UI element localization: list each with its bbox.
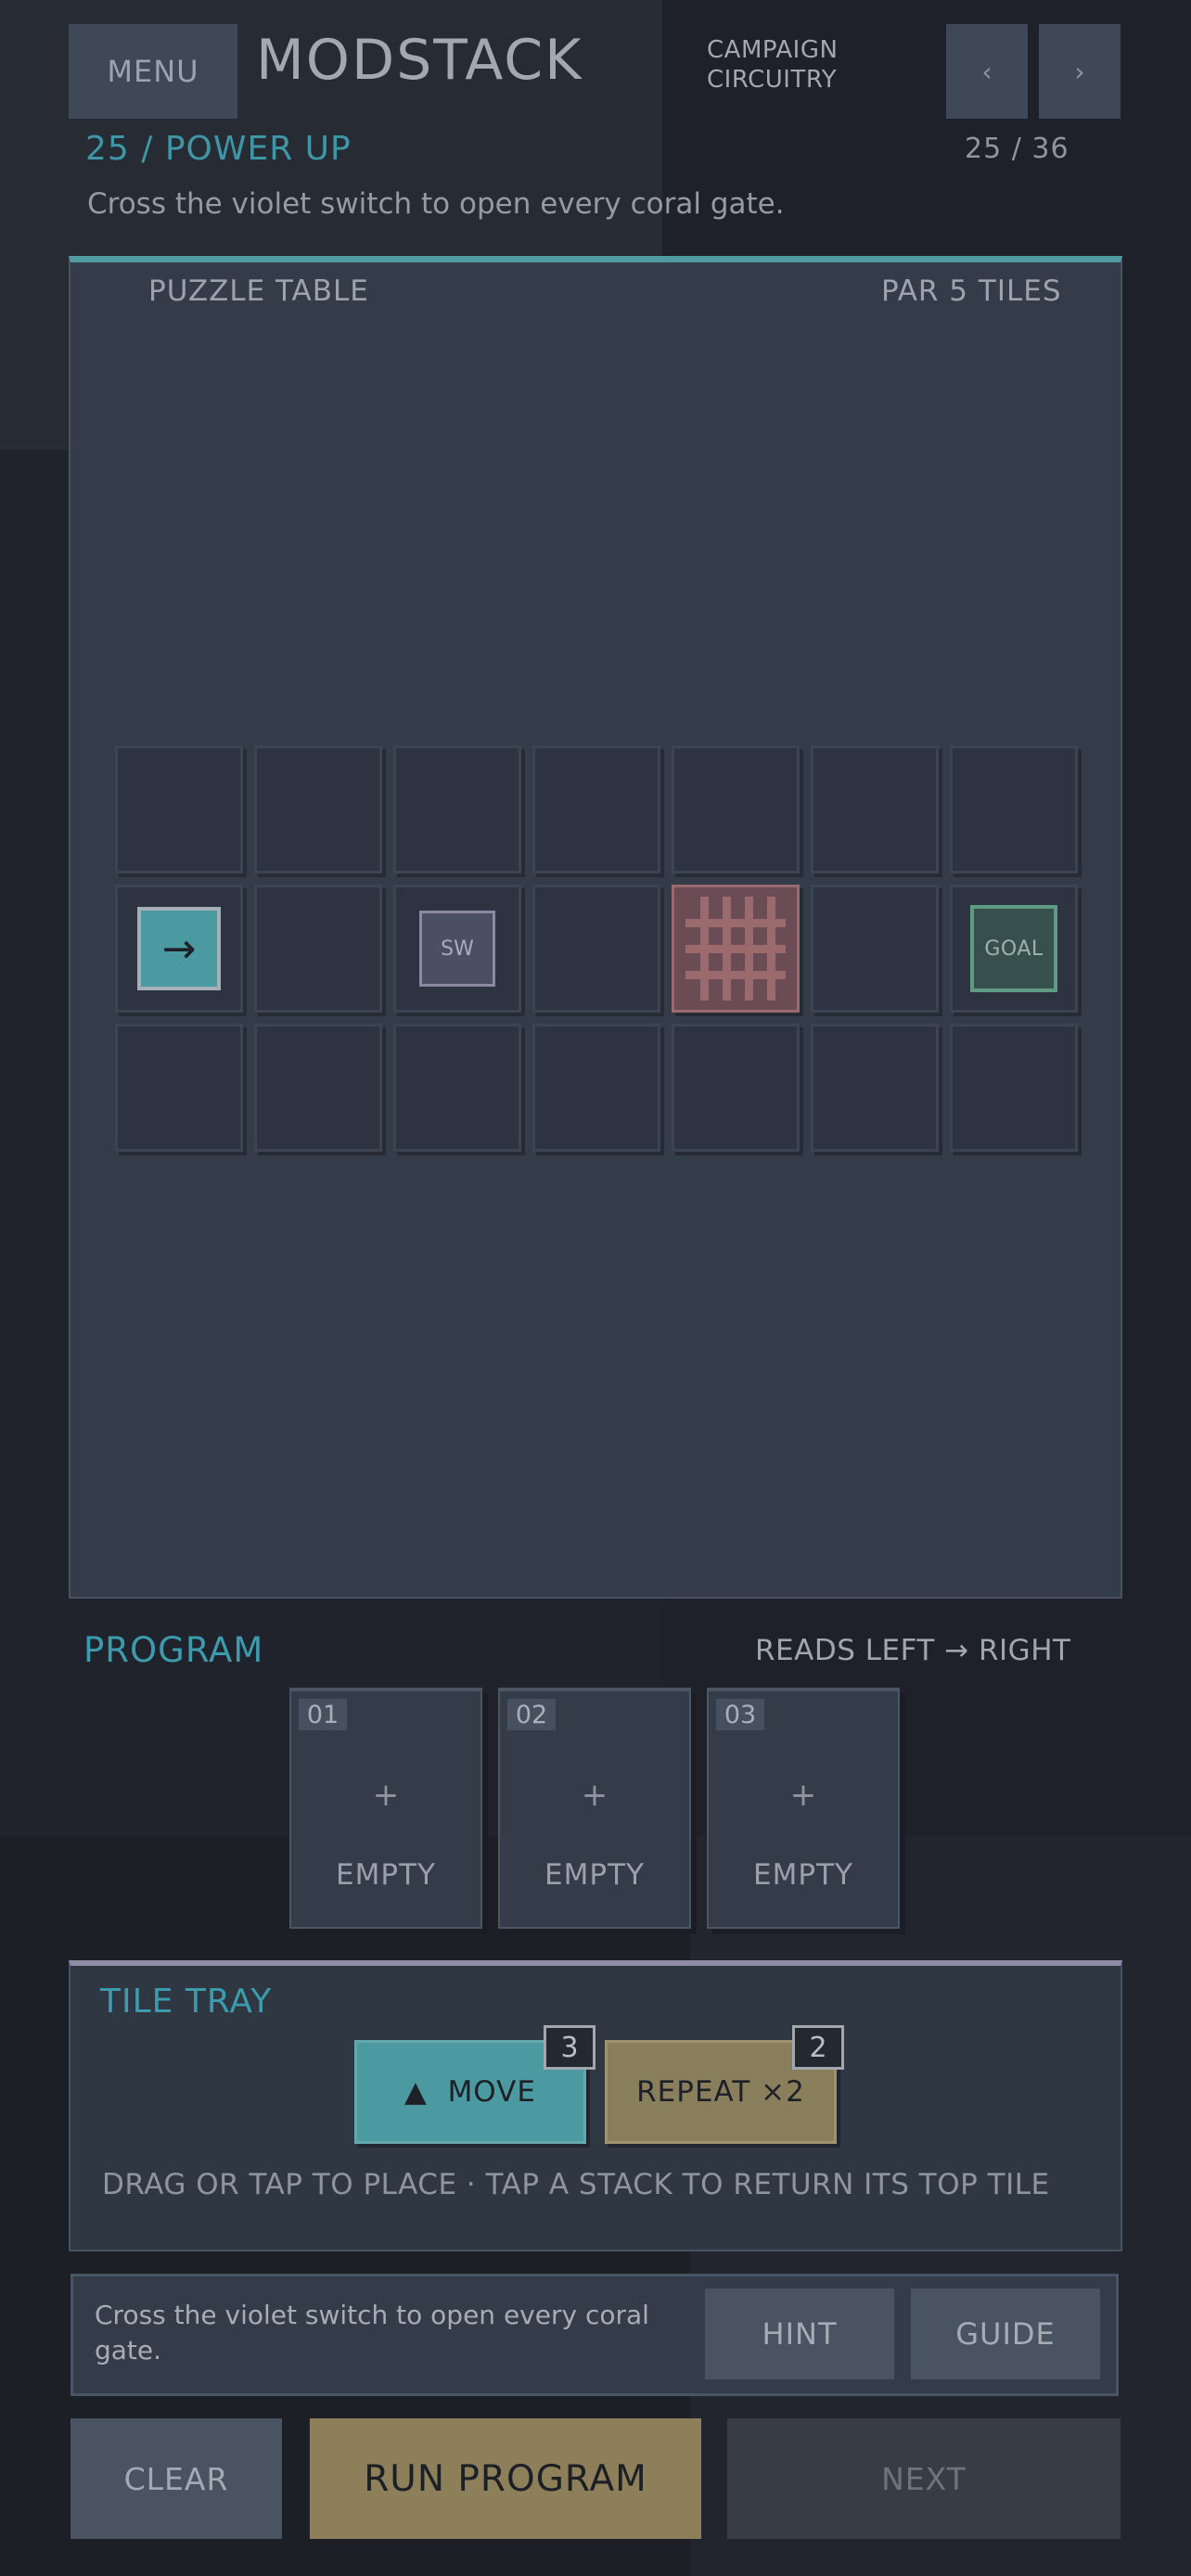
level-counter: 25 / 36 — [965, 133, 1069, 165]
grid-cell[interactable] — [950, 746, 1078, 874]
program-slot[interactable]: 01 + EMPTY — [289, 1688, 482, 1929]
menu-button[interactable]: MENU — [69, 24, 237, 119]
level-title: 25 / POWER UP — [85, 130, 352, 168]
gate-icon — [685, 897, 786, 1001]
program-title: PROGRAM — [83, 1630, 264, 1670]
clear-button[interactable]: CLEAR — [70, 2418, 282, 2539]
start-tile: → — [137, 907, 221, 990]
grid-cell[interactable] — [532, 1024, 660, 1152]
puzzle-table-label: PUZZLE TABLE — [148, 274, 369, 308]
chevron-left-icon: ‹ — [981, 56, 992, 87]
grid-cell[interactable] — [393, 1024, 521, 1152]
move-count-badge: 3 — [544, 2025, 596, 2070]
repeat-count-badge: 2 — [792, 2025, 844, 2070]
chevron-right-icon: › — [1074, 56, 1085, 87]
grid-cell[interactable] — [254, 746, 382, 874]
plus-icon: + — [372, 1777, 400, 1814]
grid-cell[interactable] — [532, 885, 660, 1013]
slot-number: 02 — [507, 1699, 556, 1730]
grid-cell[interactable] — [811, 885, 939, 1013]
campaign-line-2: CIRCUITRY — [707, 66, 838, 94]
grid-cell[interactable] — [811, 1024, 939, 1152]
program-slot[interactable]: 03 + EMPTY — [707, 1688, 900, 1929]
grid-cell[interactable] — [950, 1024, 1078, 1152]
next-level-button[interactable]: › — [1039, 24, 1121, 119]
program-direction: READS LEFT → RIGHT — [755, 1634, 1071, 1667]
next-button[interactable]: NEXT — [727, 2418, 1121, 2539]
run-program-button[interactable]: RUN PROGRAM — [310, 2418, 701, 2539]
arrow-right-icon: → — [161, 925, 197, 973]
grid-cell[interactable] — [532, 746, 660, 874]
grid-cell[interactable] — [672, 1024, 800, 1152]
grid-cell[interactable] — [811, 746, 939, 874]
previous-level-button[interactable]: ‹ — [946, 24, 1028, 119]
violet-switch: SW — [419, 911, 495, 987]
grid-cell[interactable] — [115, 1024, 243, 1152]
slot-empty-label: EMPTY — [544, 1858, 645, 1892]
program-slot[interactable]: 02 + EMPTY — [498, 1688, 691, 1929]
campaign-line-1: CAMPAIGN — [707, 36, 839, 64]
slot-number: 01 — [299, 1699, 347, 1730]
plus-icon: + — [789, 1777, 817, 1814]
coral-gate — [672, 885, 800, 1013]
par-label: PAR 5 TILES — [881, 274, 1062, 308]
slot-number: 03 — [716, 1699, 764, 1730]
hint-text: Cross the violet switch to open every co… — [95, 2300, 649, 2366]
hint-button[interactable]: HINT — [705, 2289, 894, 2379]
tray-help-text: DRAG OR TAP TO PLACE · TAP A STACK TO RE… — [102, 2168, 1050, 2201]
plus-icon: + — [581, 1777, 608, 1814]
tile-tray-title: TILE TRAY — [100, 1983, 273, 2021]
repeat-tile-label: REPEAT ×2 — [636, 2075, 805, 2109]
guide-button[interactable]: GUIDE — [911, 2289, 1100, 2379]
goal-tile: GOAL — [970, 905, 1057, 992]
grid-cell[interactable] — [254, 1024, 382, 1152]
slot-empty-label: EMPTY — [753, 1858, 853, 1892]
level-objective: Cross the violet switch to open every co… — [87, 187, 785, 221]
move-tile-label: ▲ MOVE — [404, 2075, 536, 2109]
slot-empty-label: EMPTY — [336, 1858, 436, 1892]
campaign-name: CAMPAIGN CIRCUITRY — [707, 35, 838, 95]
grid-cell[interactable] — [393, 746, 521, 874]
grid-cell[interactable] — [254, 885, 382, 1013]
grid-cell[interactable] — [672, 746, 800, 874]
app-title: MODSTACK — [256, 28, 583, 93]
grid-cell[interactable] — [115, 746, 243, 874]
